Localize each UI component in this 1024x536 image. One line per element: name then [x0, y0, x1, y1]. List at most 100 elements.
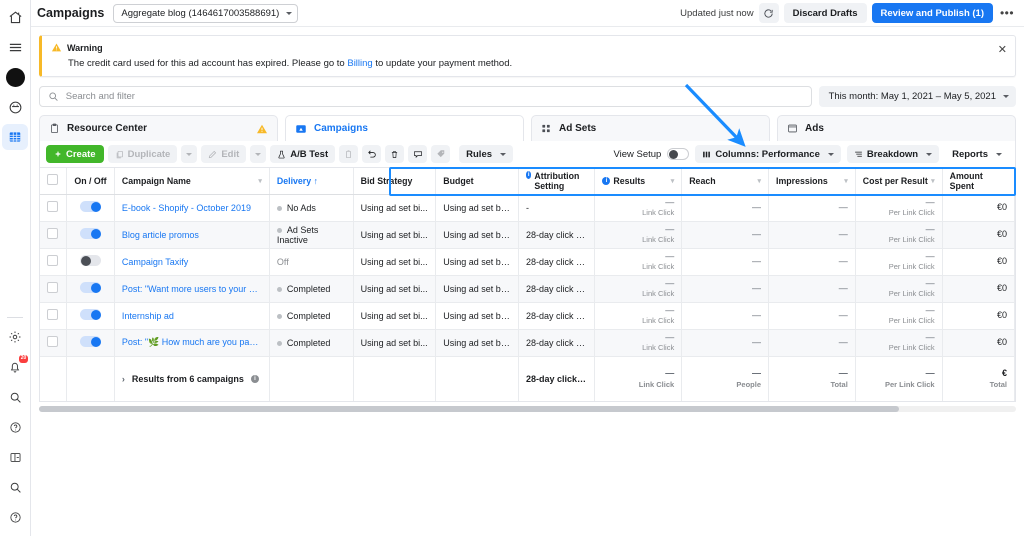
campaign-name-cell[interactable]: Post: "Want more users to your mobile ap… [114, 275, 270, 303]
campaign-name-link[interactable]: Post: "Want more users to your mobile ap… [122, 284, 262, 294]
row-checkbox-cell[interactable] [40, 302, 68, 330]
panel-icon[interactable] [2, 444, 28, 470]
delete-button[interactable] [385, 145, 405, 163]
row-checkbox-cell[interactable] [40, 194, 68, 222]
discard-drafts-button[interactable]: Discard Drafts [783, 3, 867, 23]
billing-link[interactable]: Billing [347, 58, 372, 69]
table-row[interactable]: Post: "🌿 How much are you paying for an … [40, 329, 1016, 357]
rules-button[interactable]: Rules [459, 145, 514, 163]
expand-chevron-icon[interactable]: › [122, 374, 125, 384]
info-icon[interactable]: i [602, 176, 611, 185]
on-off-toggle[interactable] [80, 255, 102, 266]
account-selector[interactable]: Aggregate blog (1464617003588691) [113, 3, 299, 23]
campaign-name-link[interactable]: Blog article promos [122, 230, 262, 240]
help-icon-2[interactable] [2, 504, 28, 530]
row-checkbox[interactable] [47, 228, 58, 239]
col-delivery[interactable]: Delivery ↑ [269, 168, 354, 195]
row-toggle-cell[interactable] [66, 221, 115, 249]
summary-row: › Results from 6 campaigns i 28-day click o… [40, 356, 1016, 401]
tag-button[interactable] [431, 145, 451, 163]
campaign-name-link[interactable]: Post: "🌿 How much are you paying for an … [122, 337, 262, 348]
table-row[interactable]: Internship ad Completed Using ad set bi...… [40, 302, 1016, 330]
select-all-checkbox[interactable] [47, 174, 58, 186]
duplicate-dropdown-button[interactable] [181, 145, 198, 163]
refresh-icon[interactable] [758, 3, 779, 23]
campaign-name-cell[interactable]: Campaign Taxify [114, 248, 270, 276]
campaign-name-cell[interactable]: E-book - Shopify - October 2019 [114, 194, 270, 222]
duplicate-button[interactable]: Duplicate [107, 145, 178, 163]
row-toggle-cell[interactable] [66, 248, 115, 276]
reports-button[interactable]: Reports [945, 145, 1009, 163]
row-checkbox-cell[interactable] [40, 221, 68, 249]
ab-test-button[interactable]: A/B Test [270, 145, 336, 163]
edit-dropdown-button[interactable] [250, 145, 267, 163]
campaign-name-cell[interactable]: Internship ad [114, 302, 270, 330]
table-row[interactable]: E-book - Shopify - October 2019 No Ads Usi… [40, 194, 1016, 222]
create-button[interactable]: Create [46, 145, 104, 163]
chevron-down-icon[interactable]: ▾ [671, 177, 675, 185]
info-icon[interactable]: i [525, 170, 532, 179]
avatar[interactable] [2, 64, 28, 90]
search-input[interactable] [65, 91, 803, 102]
export-button[interactable] [408, 145, 428, 163]
duplicate-icon-button[interactable] [339, 145, 359, 163]
columns-button[interactable]: Columns: Performance [695, 145, 841, 163]
tab-ads[interactable]: Ads [777, 115, 1016, 141]
breakdown-button[interactable]: Breakdown [846, 145, 940, 163]
row-checkbox[interactable] [47, 255, 58, 266]
tab-resource-center[interactable]: Resource Center [39, 115, 278, 141]
date-range-selector[interactable]: This month: May 1, 2021 – May 5, 2021 [818, 86, 1016, 107]
table-row[interactable]: Blog article promos Ad Sets Inactive Using… [40, 221, 1016, 249]
row-checkbox[interactable] [47, 336, 58, 347]
search-and-filter-box[interactable] [39, 86, 812, 107]
table-row[interactable]: Campaign Taxify Off Using ad set bi... Usin… [40, 248, 1016, 276]
scrollbar-thumb[interactable] [39, 406, 899, 412]
search-icon-2[interactable] [2, 474, 28, 500]
menu-icon[interactable] [2, 34, 28, 60]
row-checkbox[interactable] [47, 201, 58, 212]
grid-icon[interactable] [2, 124, 28, 150]
table-row[interactable]: Post: "Want more users to your mobile ap… [40, 275, 1016, 303]
tab-campaigns[interactable]: Campaigns [285, 115, 524, 141]
help-icon[interactable] [2, 414, 28, 440]
row-toggle-cell[interactable] [66, 329, 115, 357]
row-checkbox-cell[interactable] [40, 329, 68, 357]
row-checkbox-cell[interactable] [40, 275, 68, 303]
row-checkbox[interactable] [47, 309, 58, 320]
tab-ad-sets[interactable]: Ad Sets [531, 115, 770, 141]
chevron-down-icon[interactable]: ▾ [931, 177, 935, 185]
horizontal-scrollbar[interactable] [39, 406, 1016, 412]
gear-icon[interactable] [2, 324, 28, 350]
on-off-toggle[interactable] [80, 309, 102, 320]
on-off-toggle[interactable] [80, 282, 102, 293]
row-checkbox[interactable] [47, 282, 58, 293]
chevron-down-icon[interactable]: ▾ [757, 177, 761, 185]
select-all-header[interactable] [40, 168, 68, 195]
row-toggle-cell[interactable] [66, 194, 115, 222]
edit-button[interactable]: Edit [201, 145, 247, 163]
campaign-name-link[interactable]: Internship ad [122, 311, 262, 321]
view-setup-toggle[interactable] [667, 148, 690, 160]
more-options-icon[interactable]: ••• [998, 3, 1016, 23]
on-off-toggle[interactable] [80, 228, 102, 239]
close-icon[interactable]: ✕ [998, 45, 1007, 56]
info-icon[interactable]: i [250, 374, 259, 383]
campaign-name-link[interactable]: E-book - Shopify - October 2019 [122, 203, 262, 213]
row-toggle-cell[interactable] [66, 275, 115, 303]
review-and-publish-button[interactable]: Review and Publish (1) [871, 3, 993, 23]
campaign-name-cell[interactable]: Blog article promos [114, 221, 270, 249]
summary-label-cell[interactable]: › Results from 6 campaigns i [114, 356, 270, 401]
chevron-down-icon[interactable]: ▾ [258, 177, 262, 185]
on-off-toggle[interactable] [80, 201, 102, 212]
campaign-name-cell[interactable]: Post: "🌿 How much are you paying for an … [114, 329, 270, 357]
home-icon[interactable] [2, 4, 28, 30]
chevron-down-icon[interactable]: ▾ [844, 177, 848, 185]
undo-button[interactable] [362, 145, 382, 163]
bell-icon[interactable]: 20 [2, 354, 28, 380]
on-off-toggle[interactable] [80, 336, 102, 347]
row-toggle-cell[interactable] [66, 302, 115, 330]
face-icon[interactable] [2, 94, 28, 120]
row-checkbox-cell[interactable] [40, 248, 68, 276]
campaign-name-link[interactable]: Campaign Taxify [122, 257, 262, 267]
search-icon[interactable] [2, 384, 28, 410]
